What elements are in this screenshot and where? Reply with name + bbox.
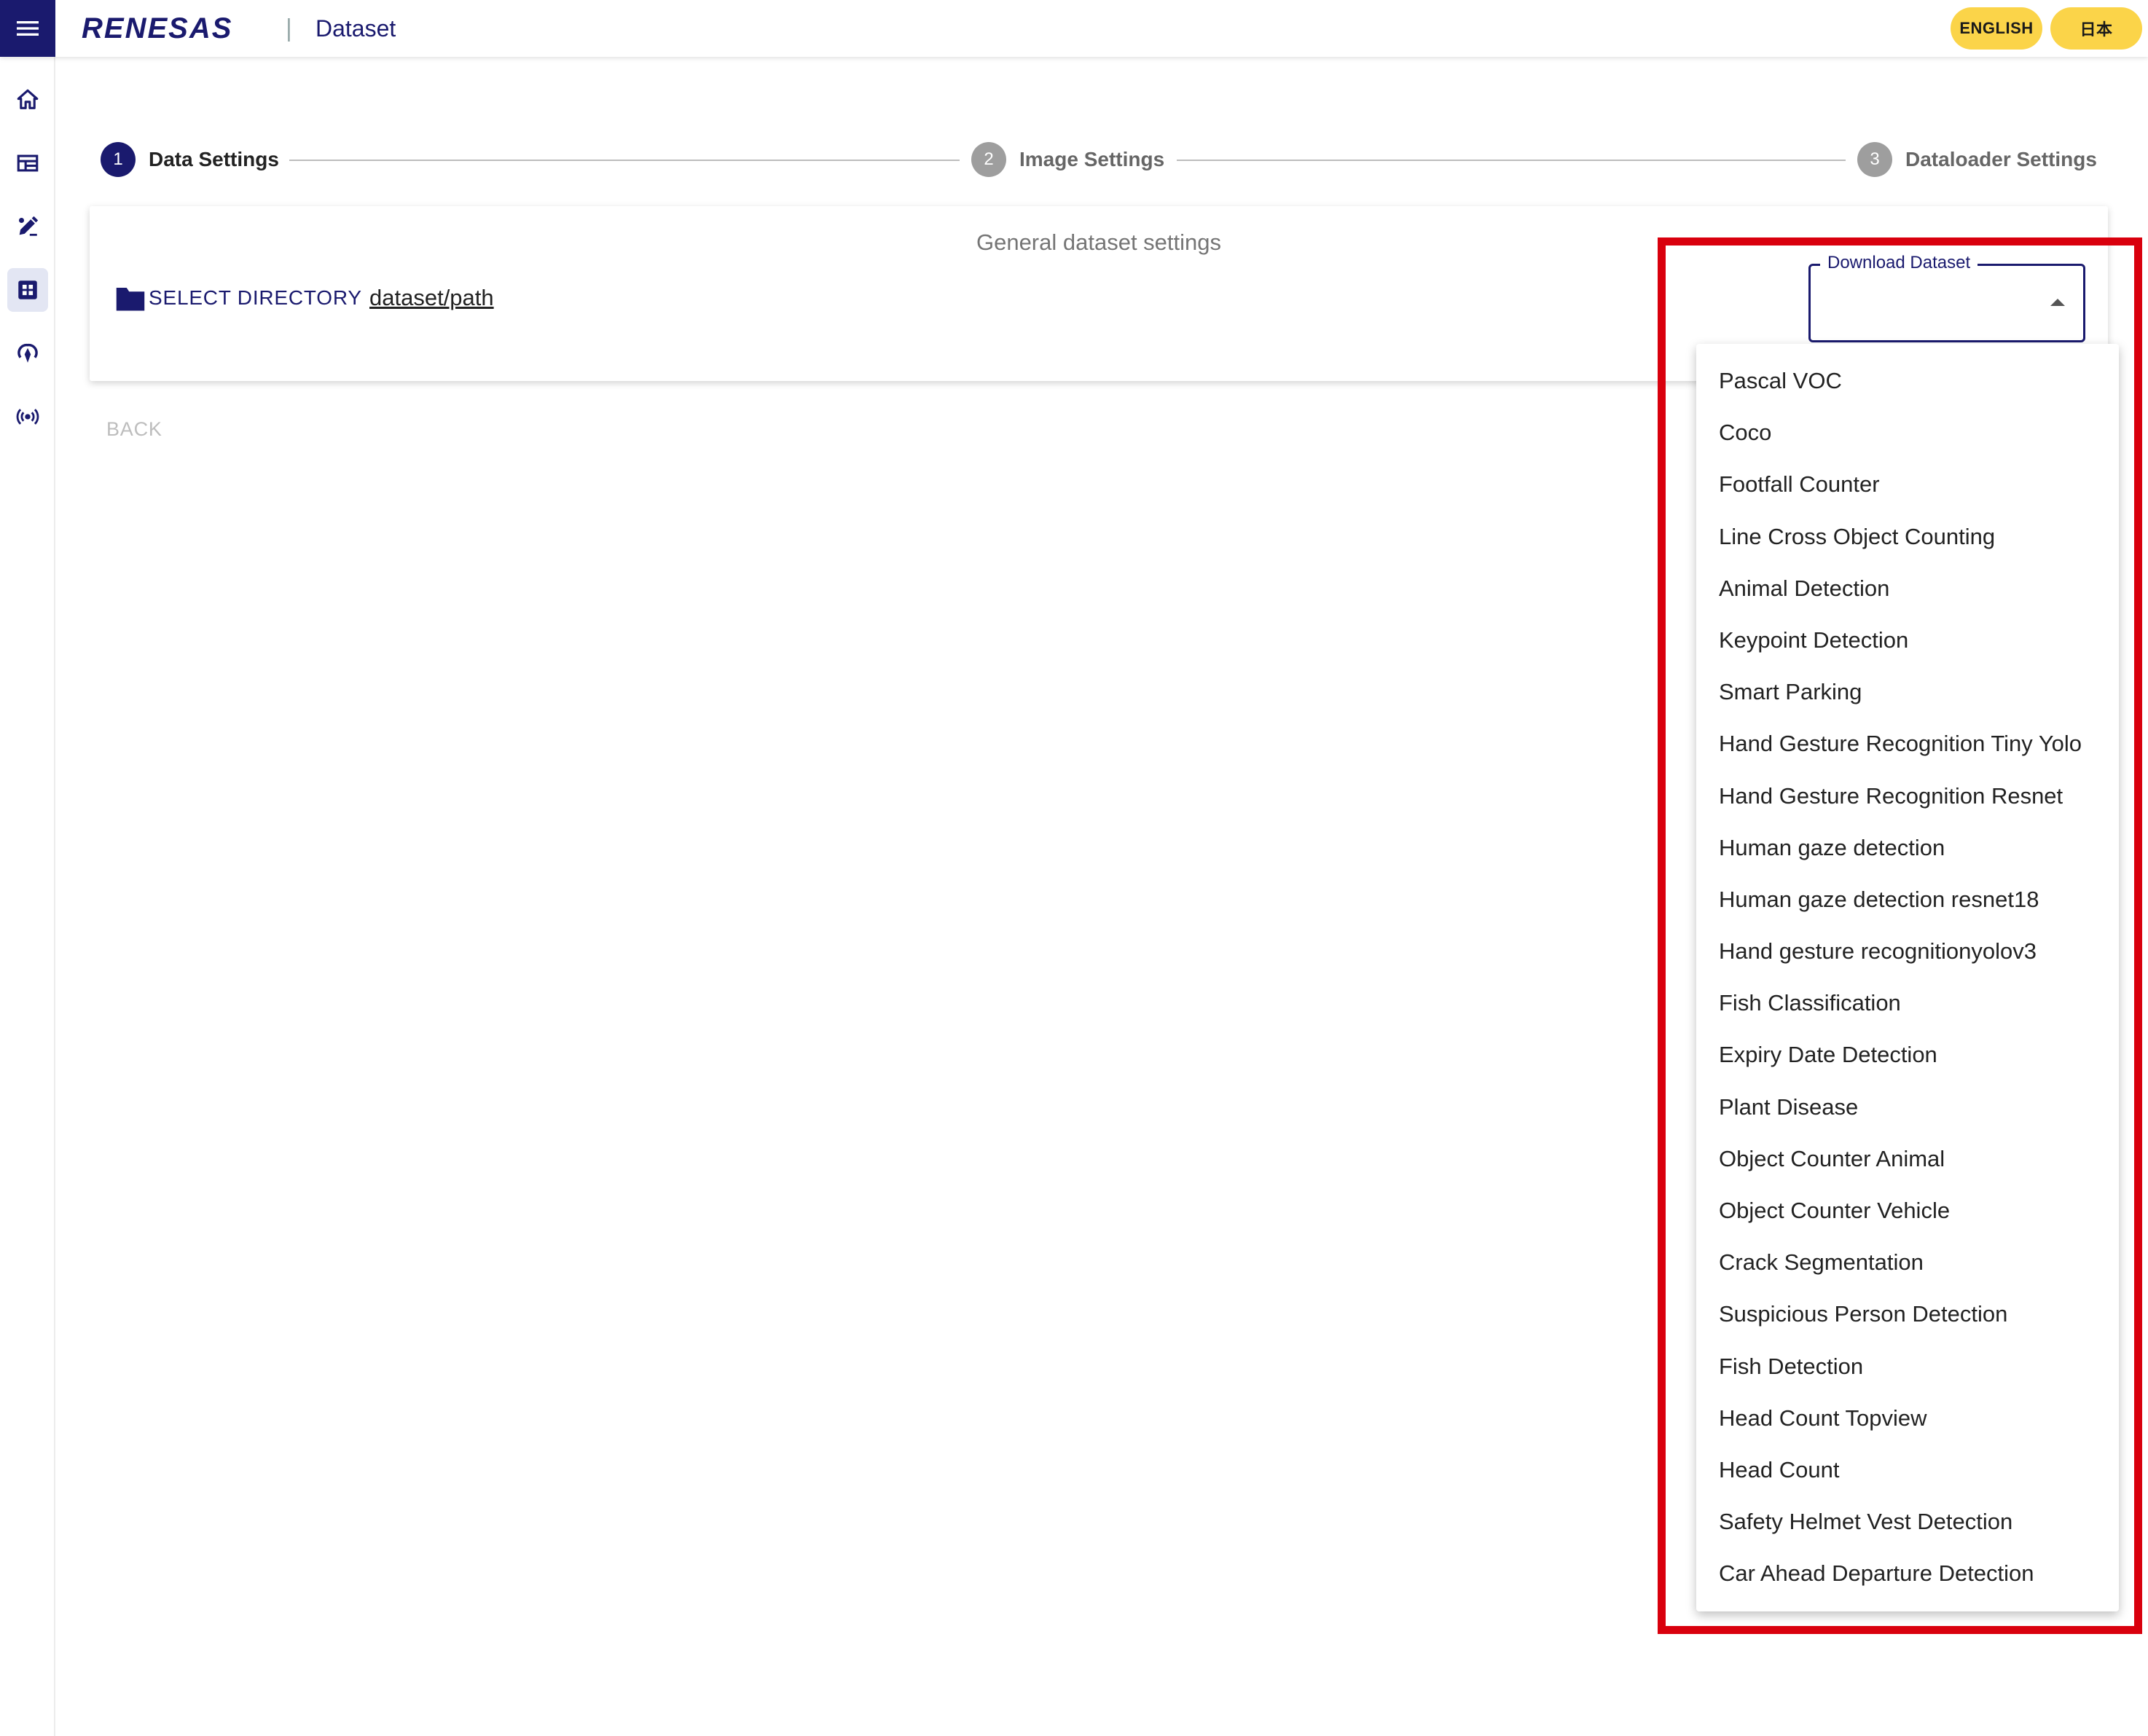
step-connector bbox=[289, 160, 960, 161]
broadcast-icon bbox=[16, 409, 39, 425]
dataset-option[interactable]: Hand Gesture Recognition Resnet bbox=[1696, 770, 2119, 822]
dataset-option[interactable]: Head Count Topview bbox=[1696, 1392, 2119, 1444]
page-title: Dataset bbox=[315, 15, 396, 42]
step-dataloader-settings[interactable]: 3 Dataloader Settings bbox=[1857, 142, 2097, 177]
hamburger-menu-button[interactable] bbox=[0, 0, 55, 57]
dataset-option[interactable]: Keypoint Detection bbox=[1696, 614, 2119, 666]
dataset-option[interactable]: Human gaze detection bbox=[1696, 822, 2119, 873]
dashboard-icon bbox=[17, 154, 39, 172]
dataset-option[interactable]: Fish Detection bbox=[1696, 1340, 2119, 1392]
sidebar-item-training[interactable] bbox=[7, 331, 48, 375]
title-separator: | bbox=[286, 15, 292, 42]
menu-icon bbox=[17, 21, 39, 36]
sidebar-item-annotate[interactable] bbox=[7, 205, 48, 248]
sidebar bbox=[0, 57, 55, 1736]
dataset-option[interactable]: Coco bbox=[1696, 406, 2119, 458]
dataset-option[interactable]: Smart Parking bbox=[1696, 666, 2119, 718]
sidebar-item-dashboard[interactable] bbox=[7, 141, 48, 185]
step-number: 3 bbox=[1857, 142, 1892, 177]
dataset-option[interactable]: Pascal VOC bbox=[1696, 355, 2119, 406]
dataset-option[interactable]: Object Counter Vehicle bbox=[1696, 1185, 2119, 1236]
download-dataset-menu: Pascal VOC Coco Footfall Counter Line Cross… bbox=[1696, 344, 2119, 1611]
dataset-option[interactable]: Car Ahead Departure Detection bbox=[1696, 1547, 2119, 1599]
dataset-option[interactable]: Head Count bbox=[1696, 1444, 2119, 1496]
directory-path-link[interactable]: dataset/path bbox=[369, 283, 494, 313]
select-directory-label: SELECT DIRECTORY bbox=[149, 286, 362, 309]
renesas-logo[interactable]: RENESAS bbox=[82, 12, 232, 45]
sidebar-item-dataset[interactable] bbox=[7, 268, 48, 312]
home-icon bbox=[17, 89, 39, 109]
dataset-option[interactable]: Line Cross Object Counting bbox=[1696, 511, 2119, 562]
dataset-option[interactable]: Fish Classification bbox=[1696, 977, 2119, 1029]
download-dataset-label: Download Dataset bbox=[1820, 251, 1978, 275]
card-heading: General dataset settings bbox=[976, 229, 1222, 255]
step-number: 2 bbox=[971, 142, 1006, 177]
folder-icon bbox=[116, 288, 145, 311]
language-japanese-button[interactable]: 日本 bbox=[2050, 7, 2142, 50]
dataset-option[interactable]: Footfall Counter bbox=[1696, 458, 2119, 510]
dataset-option[interactable]: Plant Disease bbox=[1696, 1081, 2119, 1133]
dataset-option[interactable]: Crack Segmentation bbox=[1696, 1236, 2119, 1288]
language-english-button[interactable]: ENGLISH bbox=[1951, 7, 2042, 50]
caret-up-icon[interactable] bbox=[2050, 299, 2065, 306]
download-dataset-select[interactable] bbox=[1808, 264, 2085, 342]
dataset-option[interactable]: Object Counter Animal bbox=[1696, 1133, 2119, 1185]
dataset-option[interactable]: Human gaze detection resnet18 bbox=[1696, 873, 2119, 925]
dataset-icon bbox=[18, 280, 37, 299]
step-label: Image Settings bbox=[1019, 148, 1165, 170]
step-number: 1 bbox=[101, 142, 136, 177]
back-button[interactable]: BACK bbox=[106, 418, 162, 441]
top-bar: RENESAS | Dataset ENGLISH 日本 bbox=[0, 0, 2148, 57]
dataset-option[interactable]: Suspicious Person Detection bbox=[1696, 1288, 2119, 1340]
training-icon bbox=[17, 343, 38, 363]
sidebar-item-broadcast[interactable] bbox=[7, 395, 48, 439]
dataset-option[interactable]: Hand Gesture Recognition Tiny Yolo bbox=[1696, 718, 2119, 769]
select-directory-button[interactable]: SELECT DIRECTORY bbox=[115, 282, 362, 314]
annotate-icon bbox=[18, 216, 39, 236]
dataset-option[interactable]: Hand gesture recognitionyolov3 bbox=[1696, 925, 2119, 977]
step-label: Dataloader Settings bbox=[1905, 148, 2097, 170]
dataset-option[interactable]: Animal Detection bbox=[1696, 562, 2119, 614]
step-connector bbox=[1177, 160, 1846, 161]
sidebar-item-home[interactable] bbox=[7, 78, 48, 122]
step-data-settings[interactable]: 1 Data Settings bbox=[101, 142, 279, 177]
dataset-option[interactable]: Expiry Date Detection bbox=[1696, 1029, 2119, 1080]
dataset-option[interactable]: Safety Helmet Vest Detection bbox=[1696, 1496, 2119, 1547]
step-label: Data Settings bbox=[149, 148, 279, 170]
step-image-settings[interactable]: 2 Image Settings bbox=[971, 142, 1164, 177]
